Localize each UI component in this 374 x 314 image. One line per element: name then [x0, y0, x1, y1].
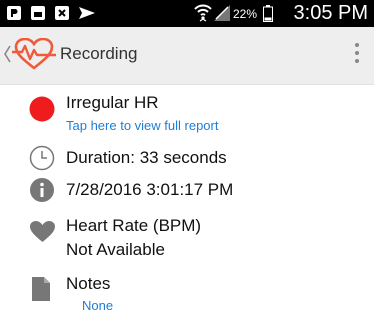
heart-rate-label: Heart Rate (BPM) [66, 216, 202, 235]
info-icon [29, 177, 55, 208]
status-time: 3:05 PM [293, 2, 368, 24]
page-title: Recording [60, 44, 138, 63]
heart-rate-value: Not Available [66, 240, 165, 259]
duration-text: Duration: 33 seconds [66, 148, 227, 167]
status-dot-icon [29, 96, 55, 127]
notification-icon [6, 5, 22, 26]
result-title[interactable]: Irregular HR [66, 93, 159, 113]
overflow-menu-icon[interactable] [354, 43, 360, 67]
heart-icon [29, 220, 56, 249]
back-icon[interactable] [2, 39, 12, 74]
action-bar: Recording [0, 27, 374, 85]
paper-plane-icon [78, 5, 96, 26]
recording-date: 7/28/2016 3:01:17 PM [66, 180, 234, 199]
notes-value[interactable]: None [82, 298, 113, 313]
heart-pulse-logo-icon[interactable] [12, 37, 56, 77]
document-icon [31, 276, 51, 307]
status-bar: 22% 3:05 PM [0, 0, 374, 27]
full-report-link[interactable]: Tap here to view full report [66, 118, 218, 133]
close-box-icon [54, 5, 70, 26]
signal-icon [213, 4, 231, 27]
wifi-icon [194, 3, 212, 28]
battery-percent: 22% [233, 7, 258, 21]
notes-label: Notes [66, 274, 111, 293]
clock-icon [29, 145, 55, 176]
gallery-icon [30, 5, 46, 26]
battery-icon [263, 5, 273, 27]
